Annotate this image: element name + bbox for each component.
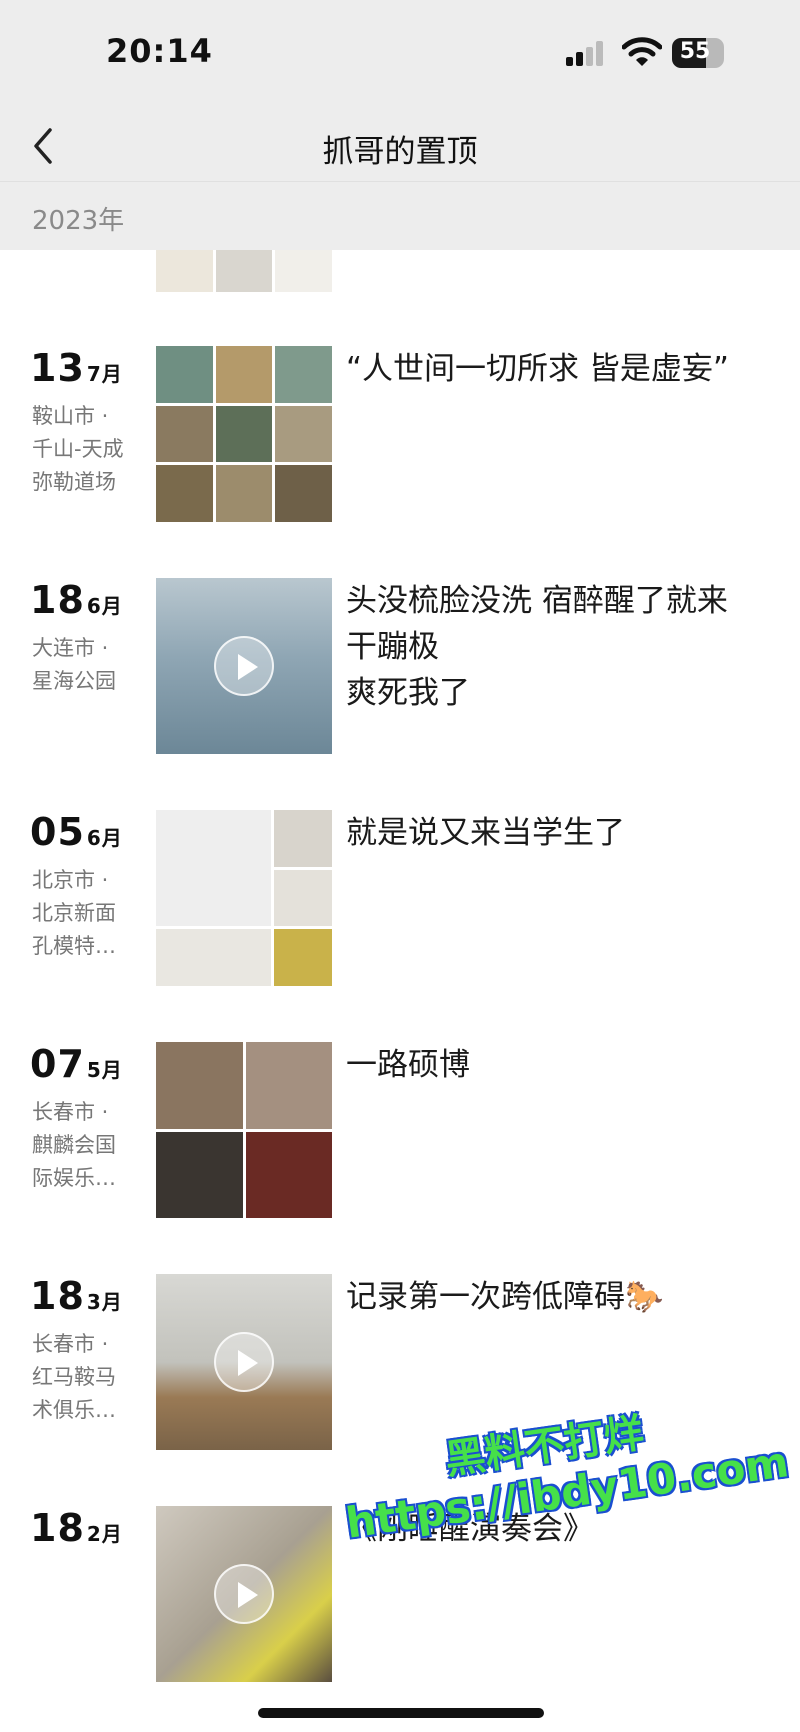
post-month: 3月: [86, 1290, 123, 1314]
video-thumbnail[interactable]: [156, 578, 332, 754]
location-line: 星海公园: [32, 669, 116, 693]
photo: [156, 810, 272, 927]
post-caption: 《刚睡醒演奏会》: [346, 1511, 594, 1547]
year-label: 2023年: [32, 206, 125, 236]
post-caption: 就是说又来当学生了: [346, 815, 625, 851]
status-bar: 20:14 55: [0, 0, 800, 110]
post-location[interactable]: 长春市 · 红马鞍马 术俱乐…: [32, 1328, 144, 1427]
post-month: 5月: [86, 1058, 123, 1082]
post-caption: 头没梳脸没洗 宿醉醒了就来 干蹦极 爽死我了: [346, 583, 728, 711]
photo: [156, 346, 213, 403]
home-indicator[interactable]: [258, 1708, 544, 1718]
location-line: 大连市 ·: [32, 636, 109, 660]
post-caption: 记录第一次跨低障碍🐎: [346, 1279, 664, 1315]
photo: [245, 1131, 332, 1218]
location-line: 孔模特…: [32, 934, 116, 958]
post-caption: “人世间一切所求 皆是虚妄”: [346, 351, 729, 387]
location-line: 鞍山市 ·: [32, 404, 109, 428]
year-section-header: 2023年: [0, 182, 800, 250]
post-item[interactable]: 18 2月 《刚睡醒演奏会》: [0, 1506, 800, 1686]
post-item[interactable]: 07 5月 长春市 · 麒麟会国 际娱乐… 一路硕博: [0, 1042, 800, 1222]
photo: [156, 465, 213, 522]
photo: [215, 405, 273, 463]
post-day: 07: [30, 1042, 85, 1086]
post-location[interactable]: 鞍山市 · 千山-天成 弥勒道场: [32, 400, 144, 499]
post-day: 05: [30, 810, 85, 854]
photo-grid-thumbnail[interactable]: [156, 346, 332, 522]
post-date: 18 6月: [30, 578, 123, 622]
location-line: 长春市 ·: [32, 1100, 109, 1124]
photo: [215, 346, 273, 403]
page-title: 抓哥的置顶: [322, 134, 478, 170]
location-line: 麒麟会国: [32, 1133, 116, 1157]
previous-post-thumbnail[interactable]: [156, 250, 333, 292]
post-caption: 一路硕博: [346, 1047, 470, 1083]
post-date: 18 3月: [30, 1274, 123, 1318]
post-item[interactable]: 13 7月 鞍山市 · 千山-天成 弥勒道场 “人世间一切所求 皆是虚妄”: [0, 346, 800, 526]
post-location[interactable]: 大连市 · 星海公园: [32, 632, 144, 698]
status-time: 20:14: [106, 32, 213, 70]
play-icon: [214, 1564, 274, 1624]
photo: [274, 869, 332, 927]
post-month: 6月: [86, 826, 123, 850]
photo: [156, 929, 272, 986]
location-line: 弥勒道场: [32, 470, 116, 494]
post-day: 18: [30, 1506, 85, 1550]
post-month: 7月: [86, 362, 123, 386]
location-line: 际娱乐…: [32, 1166, 116, 1190]
post-item[interactable]: 18 6月 大连市 · 星海公园 头没梳脸没洗 宿醉醒了就来 干蹦极 爽死我了: [0, 578, 800, 758]
post-item[interactable]: 05 6月 北京市 · 北京新面 孔模特… 就是说又来当学生了: [0, 810, 800, 990]
post-month: 2月: [86, 1522, 123, 1546]
photo: [215, 465, 273, 522]
photo: [156, 405, 213, 463]
post-item[interactable]: 18 3月 长春市 · 红马鞍马 术俱乐… 记录第一次跨低障碍🐎: [0, 1274, 800, 1454]
location-line: 红马鞍马: [32, 1365, 116, 1389]
location-line: 北京市 ·: [32, 868, 109, 892]
location-line: 北京新面: [32, 901, 116, 925]
photo: [156, 1131, 243, 1218]
photo: [156, 1042, 243, 1129]
play-icon: [214, 636, 274, 696]
photo-grid-thumbnail[interactable]: [156, 1042, 332, 1218]
location-line: 长春市 ·: [32, 1332, 109, 1356]
wifi-icon: [622, 37, 662, 66]
photo: [275, 465, 332, 522]
post-day: 18: [30, 578, 85, 622]
photo-grid-thumbnail[interactable]: [156, 810, 332, 986]
nav-bar: 抓哥的置顶: [0, 110, 800, 182]
post-day: 13: [30, 346, 85, 390]
post-day: 18: [30, 1274, 85, 1318]
video-thumbnail[interactable]: [156, 1274, 332, 1450]
location-line: 千山-天成: [32, 437, 124, 461]
photo: [275, 405, 332, 463]
post-month: 6月: [86, 594, 123, 618]
post-location[interactable]: 长春市 · 麒麟会国 际娱乐…: [32, 1096, 144, 1195]
photo: [274, 929, 332, 986]
cellular-signal-icon: [566, 40, 606, 66]
post-date: 07 5月: [30, 1042, 123, 1086]
photo: [275, 346, 332, 403]
post-location[interactable]: 北京市 · 北京新面 孔模特…: [32, 864, 144, 963]
video-thumbnail[interactable]: [156, 1506, 332, 1682]
battery-icon: 55: [672, 38, 724, 68]
post-date: 05 6月: [30, 810, 123, 854]
location-line: 术俱乐…: [32, 1398, 116, 1422]
post-date: 13 7月: [30, 346, 123, 390]
photo: [274, 810, 332, 867]
play-icon: [214, 1332, 274, 1392]
battery-percent: 55: [679, 39, 711, 64]
post-date: 18 2月: [30, 1506, 123, 1550]
photo: [245, 1042, 332, 1129]
